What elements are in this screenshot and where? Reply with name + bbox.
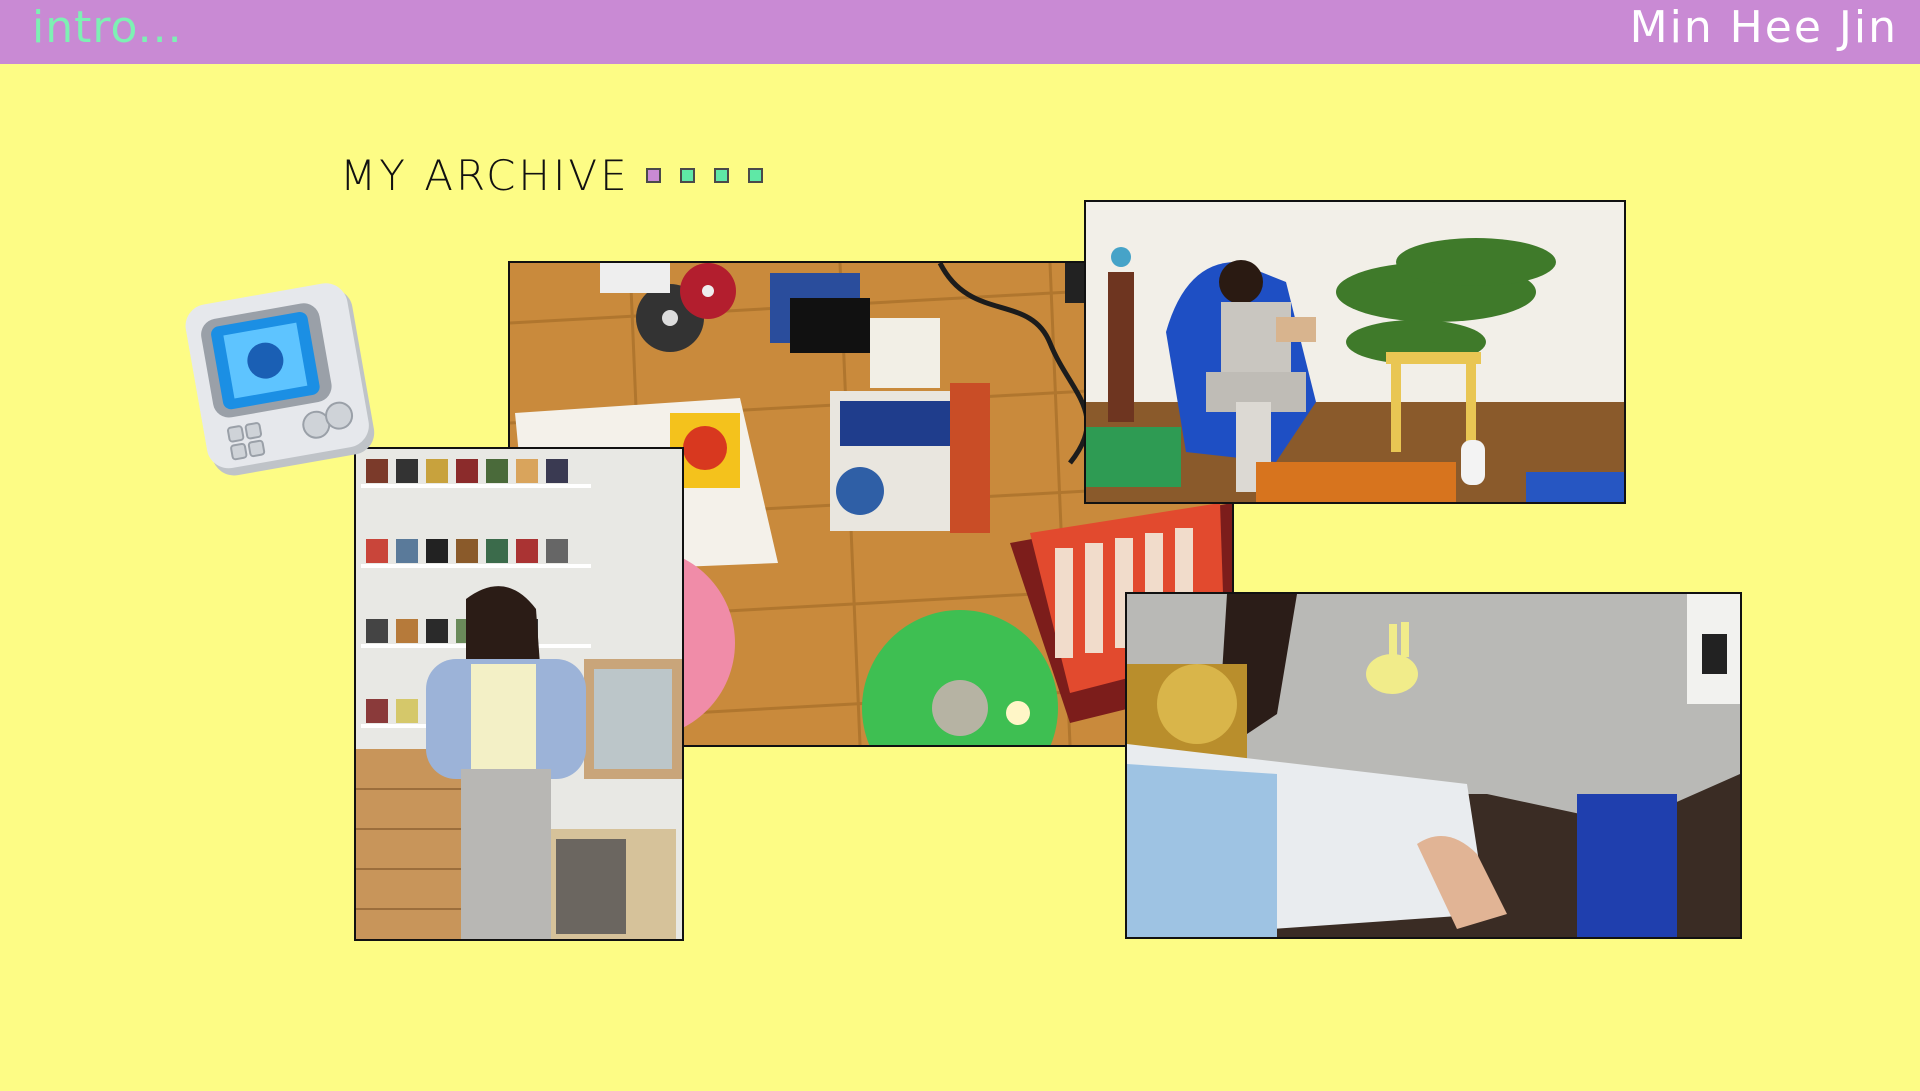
pager-dot-1[interactable] <box>646 168 661 183</box>
pager-dot-2[interactable] <box>680 168 695 183</box>
header-bar: intro... Min Hee Jin <box>0 0 1920 64</box>
woman-by-cd-shelf-photo[interactable] <box>354 447 684 941</box>
retro-device-icon <box>182 276 383 483</box>
pager-dot-3[interactable] <box>714 168 729 183</box>
pager-dot-4[interactable] <box>748 168 763 183</box>
woman-in-blue-chair-photo[interactable] <box>1084 200 1626 504</box>
pager <box>646 168 763 183</box>
page: intro... Min Hee Jin MY ARCHIVE <box>0 0 1920 1091</box>
intro-link[interactable]: intro... <box>32 2 183 54</box>
author-name: Min Hee Jin <box>1629 2 1898 53</box>
section-title: MY ARCHIVE <box>340 151 630 200</box>
reading-magazine-photo[interactable] <box>1125 592 1742 939</box>
